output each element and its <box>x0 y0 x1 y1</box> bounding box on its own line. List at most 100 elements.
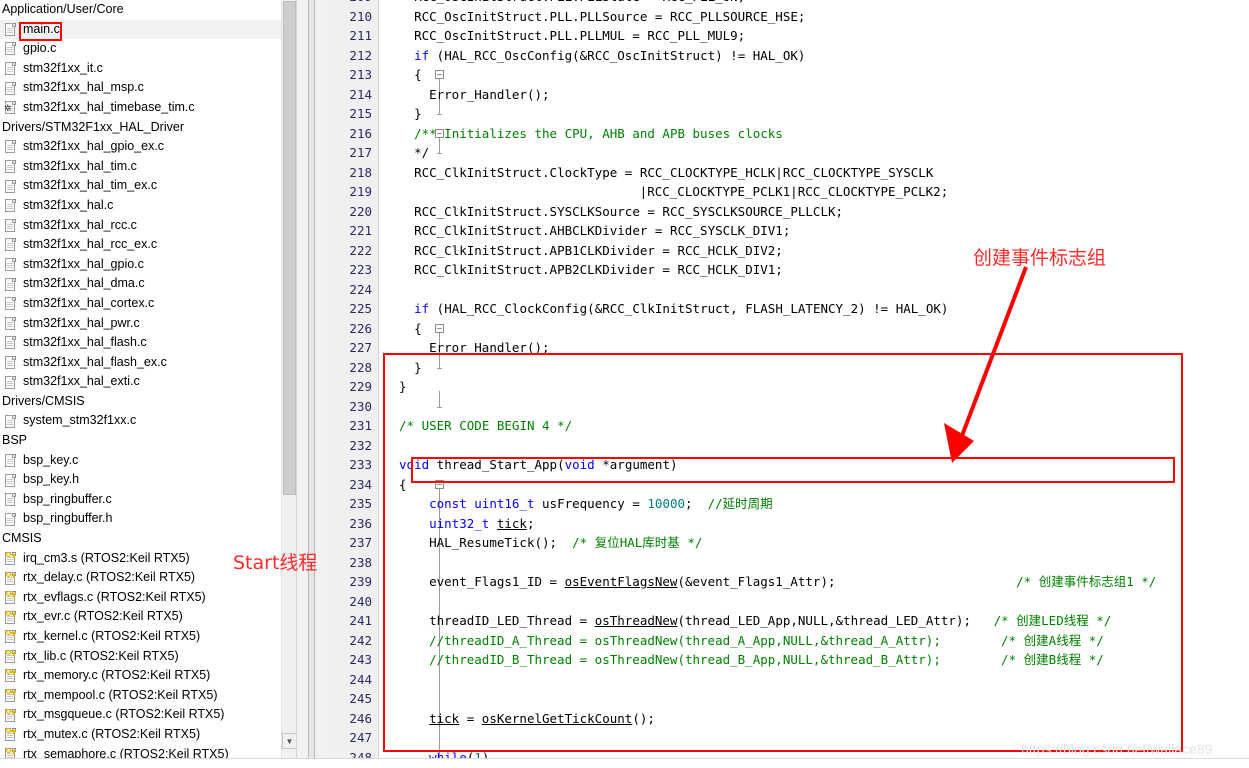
code-line[interactable]: threadID_LED_Thread = osThreadNew(thread… <box>429 611 1111 631</box>
scroll-down-arrow-icon[interactable]: ▼ <box>282 733 297 749</box>
code-line[interactable]: } <box>399 377 407 397</box>
tree-file-row[interactable]: bsp_key.c <box>0 451 281 471</box>
code-line[interactable]: tick = osKernelGetTickCount(); <box>429 709 655 729</box>
line-number: 224 <box>349 281 372 297</box>
tree-file-row[interactable]: stm32f1xx_hal_msp.c <box>0 78 281 98</box>
tree-item-label: main.c <box>23 21 60 36</box>
line-number: 213 <box>349 67 372 82</box>
code-line[interactable]: RCC_OscInitStruct.PLL.PLLSource = RCC_PL… <box>414 7 805 27</box>
tree-file-row[interactable]: rtx_lib.c (RTOS2:Keil RTX5) <box>0 647 281 667</box>
document-icon <box>4 139 17 154</box>
tree-file-row[interactable]: stm32f1xx_hal_dma.c <box>0 274 281 294</box>
code-line[interactable]: HAL_ResumeTick(); /* 复位HAL库时基 */ <box>429 533 702 553</box>
code-line[interactable]: RCC_OscInitStruct.PLL.PLLMUL = RCC_PLL_M… <box>414 26 745 46</box>
tree-file-row[interactable]: stm32f1xx_hal_gpio.c <box>0 255 281 275</box>
tree-file-row[interactable]: rtx_msgqueue.c (RTOS2:Keil RTX5) <box>0 705 281 725</box>
code-line[interactable]: Error_Handler(); <box>429 85 549 105</box>
line-number: 228 <box>349 359 372 375</box>
tree-item-label: stm32f1xx_hal_cortex.c <box>23 295 155 310</box>
panel-splitter[interactable] <box>296 0 328 767</box>
code-line[interactable]: } <box>414 104 422 124</box>
fold-toggle-icon[interactable]: – <box>435 479 444 489</box>
tree-file-row[interactable]: stm32f1xx_hal_rcc.c <box>0 216 281 236</box>
tree-item-label: Drivers/CMSIS <box>2 393 85 408</box>
code-line[interactable]: { <box>399 475 407 495</box>
project-tree[interactable]: Application/User/Core main.c gpio.c stm32f1… <box>0 0 281 758</box>
tree-file-row[interactable]: ✲ stm32f1xx_hal_timebase_tim.c <box>0 98 281 118</box>
tree-item-label: Application/User/Core <box>2 2 124 16</box>
code-line[interactable]: RCC_ClkInitStruct.APB2CLKDivider = RCC_H… <box>414 260 783 280</box>
tree-group-row[interactable]: CMSIS <box>0 529 281 549</box>
line-number-gutter: 2092102112122132142152162172182192202212… <box>326 0 379 767</box>
code-line[interactable]: |RCC_CLOCKTYPE_PCLK1|RCC_CLOCKTYPE_PCLK2… <box>640 182 949 202</box>
code-line[interactable]: RCC_ClkInitStruct.SYSCLKSource = RCC_SYS… <box>414 202 843 222</box>
splitter-grip[interactable] <box>308 0 315 767</box>
code-line[interactable]: if (HAL_RCC_OscConfig(&RCC_OscInitStruct… <box>414 46 805 66</box>
code-line[interactable]: } <box>414 358 422 378</box>
fold-column[interactable]: ––––– <box>379 0 444 767</box>
code-line[interactable]: event_Flags1_ID = osEventFlagsNew(&event… <box>429 572 1156 592</box>
tree-file-row[interactable]: stm32f1xx_hal_exti.c <box>0 372 281 392</box>
code-line[interactable]: RCC_ClkInitStruct.APB1CLKDivider = RCC_H… <box>414 241 783 261</box>
tree-file-row[interactable]: stm32f1xx_hal_tim.c <box>0 157 281 177</box>
fold-end-marker <box>437 153 442 154</box>
code-line[interactable]: /** Initializes the CPU, AHB and APB bus… <box>414 124 783 144</box>
document-icon <box>4 296 17 311</box>
tree-file-row[interactable]: rtx_kernel.c (RTOS2:Keil RTX5) <box>0 627 281 647</box>
tree-group-row[interactable]: Application/User/Core <box>0 0 281 20</box>
code-line[interactable]: if (HAL_RCC_ClockConfig(&RCC_ClkInitStru… <box>414 299 948 319</box>
code-line[interactable]: //threadID_A_Thread = osThreadNew(thread… <box>429 631 1104 651</box>
code-line[interactable]: /* USER CODE BEGIN 4 */ <box>399 416 572 436</box>
tree-file-row[interactable]: rtx_mempool.c (RTOS2:Keil RTX5) <box>0 686 281 706</box>
tree-file-row[interactable]: stm32f1xx_it.c <box>0 59 281 79</box>
tree-file-row[interactable]: bsp_key.h <box>0 470 281 490</box>
tree-group-row[interactable]: BSP <box>0 431 281 451</box>
fold-toggle-icon[interactable]: – <box>435 323 444 333</box>
tree-group-row[interactable]: Drivers/STM32F1xx_HAL_Driver <box>0 118 281 138</box>
tree-file-row[interactable]: stm32f1xx_hal.c <box>0 196 281 216</box>
code-line[interactable]: void thread_Start_App(void *argument) <box>399 455 677 475</box>
tree-file-row[interactable]: stm32f1xx_hal_pwr.c <box>0 314 281 334</box>
line-number: 217 <box>349 145 372 160</box>
tree-file-row[interactable]: rtx_semaphore.c (RTOS2:Keil RTX5) <box>0 745 281 758</box>
tree-item-label: Drivers/STM32F1xx_HAL_Driver <box>2 119 184 134</box>
tree-item-label: stm32f1xx_it.c <box>23 60 103 75</box>
tree-file-row[interactable]: rtx_evflags.c (RTOS2:Keil RTX5) <box>0 588 281 608</box>
code-line[interactable]: { <box>414 319 422 339</box>
line-number: 218 <box>349 164 372 180</box>
tree-file-row[interactable]: main.c <box>0 19 281 40</box>
code-line[interactable]: //threadID_B_Thread = osThreadNew(thread… <box>429 650 1104 670</box>
code-line[interactable]: RCC_ClkInitStruct.AHBCLKDivider = RCC_SY… <box>414 221 790 241</box>
tree-file-row[interactable]: stm32f1xx_hal_tim_ex.c <box>0 176 281 196</box>
code-line[interactable]: uint32_t tick; <box>429 514 534 534</box>
line-number: 230 <box>349 398 372 414</box>
tree-file-row[interactable]: stm32f1xx_hal_gpio_ex.c <box>0 137 281 157</box>
tree-file-row[interactable]: stm32f1xx_hal_rcc_ex.c <box>0 235 281 255</box>
code-editor[interactable]: 2092102112122132142152162172182192202212… <box>326 0 1249 767</box>
tree-group-row[interactable]: Drivers/CMSIS <box>0 392 281 412</box>
tree-file-row[interactable]: rtx_evr.c (RTOS2:Keil RTX5) <box>0 607 281 627</box>
fold-end-marker <box>437 367 442 369</box>
code-line[interactable]: RCC_ClkInitStruct.ClockType = RCC_CLOCKT… <box>414 163 933 183</box>
fold-toggle-icon[interactable]: – <box>435 70 444 79</box>
code-line[interactable]: const uint16_t usFrequency = 10000; //延时… <box>429 494 773 514</box>
tree-file-row[interactable]: bsp_ringbuffer.c <box>0 490 281 510</box>
tree-file-row[interactable]: rtx_mutex.c (RTOS2:Keil RTX5) <box>0 725 281 745</box>
tree-file-row[interactable]: stm32f1xx_hal_flash_ex.c <box>0 353 281 373</box>
tree-file-row[interactable]: rtx_memory.c (RTOS2:Keil RTX5) <box>0 666 281 686</box>
tree-item-label: stm32f1xx_hal_dma.c <box>23 276 145 291</box>
code-line[interactable]: */ <box>414 143 429 163</box>
document-key-icon <box>4 551 17 566</box>
tree-item-label: rtx_semaphore.c (RTOS2:Keil RTX5) <box>23 746 229 758</box>
tree-file-row[interactable]: system_stm32f1xx.c <box>0 411 281 431</box>
tree-file-row[interactable]: bsp_ringbuffer.h <box>0 509 281 529</box>
tree-file-row[interactable]: stm32f1xx_hal_cortex.c <box>0 294 281 314</box>
code-line[interactable]: { <box>414 65 422 85</box>
sidebar-scrollbar-thumb[interactable] <box>283 1 296 495</box>
code-line[interactable]: Error_Handler(); <box>429 338 549 358</box>
line-number: 229 <box>349 379 372 394</box>
tree-file-row[interactable]: stm32f1xx_hal_flash.c <box>0 333 281 353</box>
tree-file-row[interactable]: gpio.c <box>0 39 281 59</box>
sidebar-scrollbar[interactable]: ▼ <box>281 0 297 758</box>
line-number: 222 <box>349 242 372 258</box>
